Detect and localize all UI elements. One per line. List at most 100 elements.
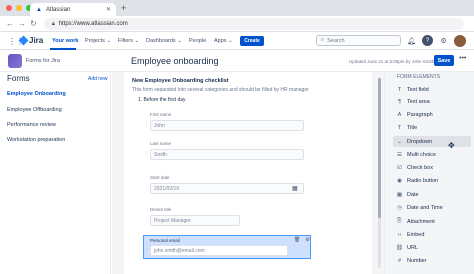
address-bar-row: ← → ↻ 🔒︎ https://www.atlassian.com (0, 16, 474, 32)
radio-button-icon: ◉ (397, 177, 402, 184)
back-icon[interactable]: ← (6, 19, 14, 28)
nav-dashboards[interactable]: Dashboards ⌄ (146, 38, 182, 44)
form-field-personal-email[interactable]: ⋮⋮ Personal email john.smith@email.com 🗑… (143, 235, 311, 259)
element-url[interactable]: ⛓ URL (393, 242, 471, 253)
scrollbar-thumb[interactable] (378, 78, 381, 218)
sidebar-item-performance-review[interactable]: Performance review (7, 122, 56, 128)
field-label: Personal email (150, 238, 180, 243)
new-tab-button[interactable]: + (121, 3, 126, 13)
add-new-link[interactable]: Add new (88, 76, 107, 82)
close-tab-icon[interactable]: ✕ (106, 6, 111, 13)
jira-logo-icon (18, 35, 29, 46)
url-input[interactable]: 🔒︎ https://www.atlassian.com (44, 18, 464, 30)
sidebar-item-workstation-preparation[interactable]: Workstation preparation (7, 137, 65, 143)
form-title[interactable]: New Employee Onboarding checklist (132, 78, 229, 84)
url-text: https://www.atlassian.com (58, 21, 128, 27)
forward-icon[interactable]: → (18, 19, 26, 28)
sidebar-item-employee-offboarding[interactable]: Employee Offboarding (7, 107, 62, 113)
element-attachment[interactable]: ⎘ Attachment (393, 216, 471, 227)
help-icon[interactable]: ? (422, 35, 433, 46)
sidebar-title: Forms (7, 74, 30, 83)
multi-choice-icon: ☰ (397, 151, 402, 158)
settings-icon[interactable]: ⚙ (438, 35, 449, 46)
search-input[interactable]: ⌕ Search (316, 35, 401, 46)
element-title[interactable]: T Title (393, 122, 471, 133)
element-date-and-time[interactable]: ◷ Date and Time (393, 202, 471, 213)
element-radio-button[interactable]: ◉ Radio button (393, 175, 471, 186)
browser-tab-bar: ▲ Atlassian ✕ + (0, 0, 474, 16)
page-header: Employee onboarding Updated June 21 at 5… (111, 50, 474, 72)
link-icon: ⛓ (396, 244, 403, 251)
form-field-desire-title[interactable]: ⋮⋮ Desire title Project Manager (143, 204, 311, 236)
lock-icon: 🔒︎ (52, 21, 55, 27)
desire-title-input[interactable]: Project Manager (150, 215, 240, 226)
browser-tab[interactable]: ▲ Atlassian ✕ (30, 3, 116, 16)
project-icon (8, 54, 22, 68)
form-card: New Employee Onboarding checklist This f… (124, 72, 372, 274)
save-button[interactable]: Save (434, 55, 454, 66)
avatar[interactable] (454, 35, 466, 47)
element-date[interactable]: ▦ Date (393, 189, 471, 200)
nav-people[interactable]: People (189, 38, 206, 44)
reload-icon[interactable]: ↻ (30, 19, 37, 28)
more-options-button[interactable]: ••• (459, 55, 466, 62)
calendar-icon[interactable]: ▦ (292, 185, 298, 192)
clock-icon: ◷ (397, 204, 402, 211)
search-icon: ⌕ (321, 37, 325, 43)
form-field-last-name[interactable]: ⋮⋮ Last name Smith (143, 138, 311, 170)
top-navigation: ⋮⋮ Jira Your work Projects ⌄ Filters ⌄ D… (0, 32, 474, 50)
nav-apps[interactable]: Apps ⌄ (214, 38, 233, 44)
atlassian-favicon-icon: ▲ (36, 6, 42, 13)
form-field-first-name[interactable]: ⋮⋮ First name John (143, 109, 311, 141)
first-name-input[interactable]: John (150, 120, 304, 131)
create-button[interactable]: Create (240, 36, 264, 46)
element-multi-choice[interactable]: ☰ Multi choice (393, 149, 471, 160)
delete-icon[interactable]: 🗑︎ (294, 237, 300, 243)
updated-info: Updated June 21 at 5:05pm by John Smith (349, 59, 435, 64)
element-text-area[interactable]: ¶ Text area (393, 96, 471, 107)
field-label: Start date (150, 175, 170, 180)
form-description[interactable]: This form separated into several categor… (132, 87, 309, 93)
window-controls (6, 5, 32, 11)
form-canvas: New Employee Onboarding checklist This f… (112, 72, 384, 274)
form-section-title[interactable]: 1. Before the first day (138, 97, 186, 103)
element-embed[interactable]: ‹› Embed (393, 229, 471, 240)
text-area-icon: ¶ (398, 98, 401, 105)
sidebar-item-employee-onboarding[interactable]: Employee Onboarding (7, 91, 66, 97)
project-name[interactable]: Forms for Jira (26, 58, 60, 64)
title-icon: T (397, 124, 402, 131)
field-label: First name (150, 112, 172, 117)
start-date-input[interactable]: 2021/02/19 (150, 183, 304, 194)
nav-your-work[interactable]: Your work (52, 38, 79, 44)
element-paragraph[interactable]: A Paragraph (393, 109, 471, 120)
last-name-input[interactable]: Smith (150, 149, 304, 160)
nav-projects[interactable]: Projects ⌄ (85, 38, 111, 44)
field-actions: 🗑︎ ⚙ (294, 237, 310, 243)
element-check-box[interactable]: ☑ Check box (393, 162, 471, 173)
text-field-icon: T (397, 86, 402, 93)
minimize-window-button[interactable] (16, 5, 22, 11)
checkbox-icon: ☑ (397, 164, 402, 171)
field-settings-icon[interactable]: ⚙ (305, 237, 309, 243)
element-text-field[interactable]: T Text field (393, 84, 471, 95)
element-dropdown[interactable]: ⌄ Dropdown (393, 136, 471, 147)
jira-logo-text: Jira (29, 36, 44, 45)
tab-title: Atlassian (45, 6, 71, 13)
attachment-icon: ⎘ (397, 218, 402, 224)
notifications-icon[interactable]: 🔔︎ (406, 35, 417, 46)
nav-filters[interactable]: Filters ⌄ (118, 38, 139, 44)
project-header: Forms for Jira (0, 50, 111, 72)
close-window-button[interactable] (6, 5, 12, 11)
element-number[interactable]: # Number (393, 255, 471, 266)
paragraph-icon: A (397, 111, 402, 118)
forms-sidebar: Forms Add new Employee Onboarding Employ… (0, 72, 111, 274)
embed-icon: ‹› (397, 231, 402, 238)
move-cursor-icon: ✥ (448, 141, 455, 150)
page-title: Employee onboarding (131, 56, 219, 66)
dropdown-icon: ⌄ (397, 138, 402, 145)
personal-email-input[interactable]: john.smith@email.com (150, 245, 288, 256)
date-icon: ▦ (396, 191, 403, 198)
field-label: Desire title (150, 207, 172, 212)
jira-logo[interactable]: Jira (18, 35, 44, 46)
form-field-start-date[interactable]: ⋮⋮ Start date 2021/02/19 ▦ (143, 172, 311, 204)
